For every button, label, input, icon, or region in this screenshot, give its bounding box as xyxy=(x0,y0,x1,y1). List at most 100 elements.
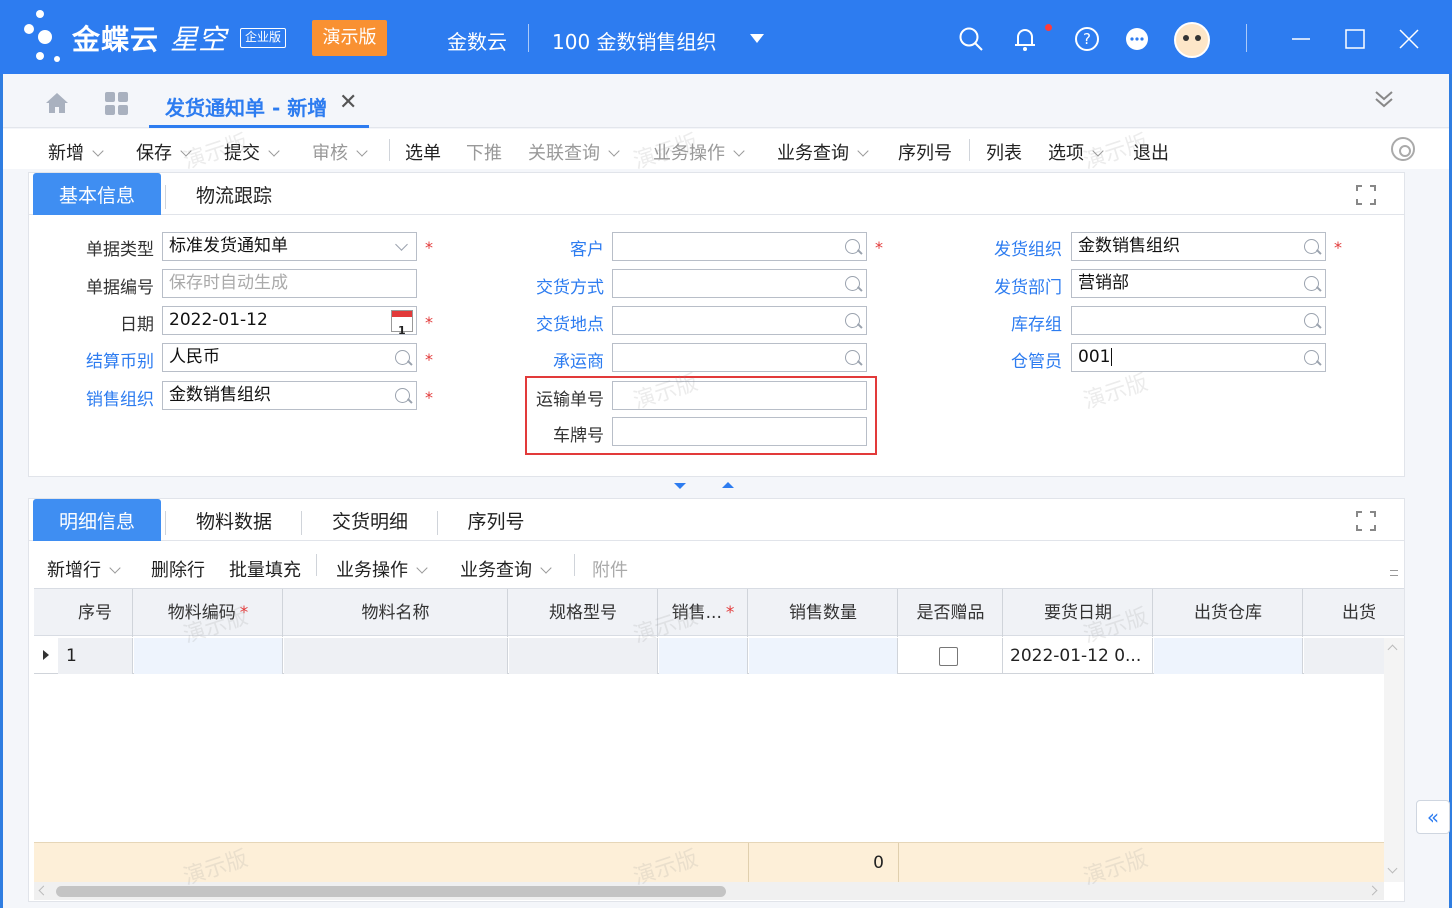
gift-checkbox[interactable] xyxy=(939,647,958,666)
tab-logistics-tracking[interactable]: 物流跟踪 xyxy=(169,173,299,215)
serial-number-button[interactable]: 序列号 xyxy=(898,139,952,165)
calendar-icon[interactable]: 1 xyxy=(391,310,413,334)
org-dropdown-icon[interactable] xyxy=(750,34,764,43)
ship-org-label[interactable]: 发货组织 xyxy=(968,235,1062,260)
toolbar-more-icon[interactable] xyxy=(1390,570,1398,576)
close-window-icon[interactable] xyxy=(1396,26,1422,52)
select-order-button[interactable]: 选单 xyxy=(405,139,441,165)
delivery-method-input[interactable] xyxy=(612,269,867,298)
home-icon[interactable] xyxy=(45,92,69,114)
related-query-button[interactable]: 关联查询 xyxy=(528,139,620,165)
search-icon[interactable] xyxy=(1304,239,1319,254)
detail-business-ops-button[interactable]: 业务操作 xyxy=(336,556,428,582)
collapse-chevron-icon[interactable] xyxy=(1373,88,1395,115)
search-icon[interactable] xyxy=(395,350,410,365)
expand-icon[interactable] xyxy=(1356,185,1376,205)
scroll-left-icon[interactable] xyxy=(38,885,49,896)
chevron-down-icon[interactable] xyxy=(1092,145,1104,157)
col-sales-qty[interactable]: 销售数量 xyxy=(749,589,898,637)
expand-icon[interactable] xyxy=(1356,511,1376,531)
batch-fill-button[interactable]: 批量填充 xyxy=(229,556,301,582)
maximize-icon[interactable] xyxy=(1342,26,1368,52)
cell-required-date[interactable]: 2022-01-12 0... xyxy=(1004,638,1153,674)
sales-org-label[interactable]: 销售组织 xyxy=(60,385,154,410)
horizontal-scrollbar[interactable] xyxy=(34,882,1384,900)
col-is-gift[interactable]: 是否赠品 xyxy=(899,589,1003,637)
tab-basic-info[interactable]: 基本信息 xyxy=(33,173,161,215)
table-row[interactable]: 1 2022-01-12 0... xyxy=(34,638,1384,674)
user-avatar[interactable] xyxy=(1174,22,1210,58)
tenant-name[interactable]: 金数云 xyxy=(447,26,507,55)
chevron-down-icon[interactable] xyxy=(395,238,408,251)
currency-input[interactable]: 人民币 xyxy=(162,343,417,372)
doc-type-select[interactable]: 标准发货通知单 xyxy=(162,232,417,261)
search-icon[interactable] xyxy=(845,276,860,291)
demo-button[interactable]: 演示版 xyxy=(312,20,387,56)
chevron-down-icon[interactable] xyxy=(733,145,745,157)
cell-sales-unit[interactable] xyxy=(659,638,748,674)
more-icon[interactable] xyxy=(1124,26,1150,52)
search-icon[interactable] xyxy=(958,26,984,52)
plate-no-input[interactable] xyxy=(612,417,867,446)
tab-serial-number[interactable]: 序列号 xyxy=(441,499,551,541)
help-icon[interactable]: ? xyxy=(1074,26,1100,52)
transport-no-input[interactable] xyxy=(612,381,867,410)
search-icon[interactable] xyxy=(845,313,860,328)
col-ship[interactable]: 出货 xyxy=(1304,589,1404,637)
scroll-up-icon[interactable] xyxy=(1387,644,1398,655)
audit-button[interactable]: 审核 xyxy=(312,139,368,165)
list-button[interactable]: 列表 xyxy=(986,139,1022,165)
cell-is-gift[interactable] xyxy=(899,638,1003,674)
col-sales-unit[interactable]: 销售... * xyxy=(659,589,748,637)
tab-delivery-detail[interactable]: 交货明细 xyxy=(305,499,435,541)
cell-warehouse[interactable] xyxy=(1154,638,1303,674)
chevron-down-icon[interactable] xyxy=(540,562,552,574)
stock-group-input[interactable] xyxy=(1071,306,1326,335)
col-warehouse[interactable]: 出货仓库 xyxy=(1154,589,1303,637)
submit-button[interactable]: 提交 xyxy=(224,139,280,165)
vertical-scrollbar[interactable] xyxy=(1384,638,1404,882)
delivery-place-input[interactable] xyxy=(612,306,867,335)
customer-input[interactable] xyxy=(612,232,867,261)
minimize-icon[interactable] xyxy=(1288,26,1314,52)
save-button[interactable]: 保存 xyxy=(136,139,192,165)
tab-detail-info[interactable]: 明细信息 xyxy=(33,499,161,541)
chevron-down-icon[interactable] xyxy=(92,145,104,157)
scroll-right-icon[interactable] xyxy=(1367,885,1378,896)
delivery-method-label[interactable]: 交货方式 xyxy=(510,273,604,298)
doc-no-input[interactable]: 保存时自动生成 xyxy=(162,269,417,298)
delivery-place-label[interactable]: 交货地点 xyxy=(510,310,604,335)
collapse-down-icon[interactable] xyxy=(674,483,686,489)
customer-label[interactable]: 客户 xyxy=(510,235,604,260)
keeper-label[interactable]: 仓管员 xyxy=(968,347,1062,372)
chevron-down-icon[interactable] xyxy=(180,145,192,157)
detail-business-query-button[interactable]: 业务查询 xyxy=(460,556,552,582)
apps-grid-icon[interactable] xyxy=(105,92,129,116)
tab-material-data[interactable]: 物料数据 xyxy=(169,499,299,541)
push-down-button[interactable]: 下推 xyxy=(466,139,502,165)
cell-sales-qty[interactable] xyxy=(749,638,898,674)
gear-icon[interactable] xyxy=(1391,137,1415,161)
options-button[interactable]: 选项 xyxy=(1048,139,1104,165)
ship-org-input[interactable]: 金数销售组织 xyxy=(1071,232,1326,261)
bell-icon[interactable] xyxy=(1012,26,1038,52)
search-icon[interactable] xyxy=(845,239,860,254)
chevron-down-icon[interactable] xyxy=(356,145,368,157)
col-material-name[interactable]: 物料名称 xyxy=(284,589,508,637)
cell-material-code[interactable] xyxy=(134,638,283,674)
scroll-down-icon[interactable] xyxy=(1387,863,1398,874)
chevron-down-icon[interactable] xyxy=(857,145,869,157)
col-required-date[interactable]: 要货日期 xyxy=(1004,589,1153,637)
add-row-button[interactable]: 新增行 xyxy=(47,556,121,582)
search-icon[interactable] xyxy=(1304,350,1319,365)
business-ops-button[interactable]: 业务操作 xyxy=(653,139,745,165)
chevron-down-icon[interactable] xyxy=(416,562,428,574)
tab-delivery-notice-new[interactable]: 发货通知单 - 新增 ✕ xyxy=(149,74,369,128)
cell-ship[interactable] xyxy=(1304,638,1384,674)
carrier-input[interactable] xyxy=(612,343,867,372)
chevron-down-icon[interactable] xyxy=(608,145,620,157)
expand-up-icon[interactable] xyxy=(722,482,734,488)
date-input[interactable]: 2022-01-12 1 xyxy=(162,306,417,335)
search-icon[interactable] xyxy=(845,350,860,365)
search-icon[interactable] xyxy=(1304,276,1319,291)
